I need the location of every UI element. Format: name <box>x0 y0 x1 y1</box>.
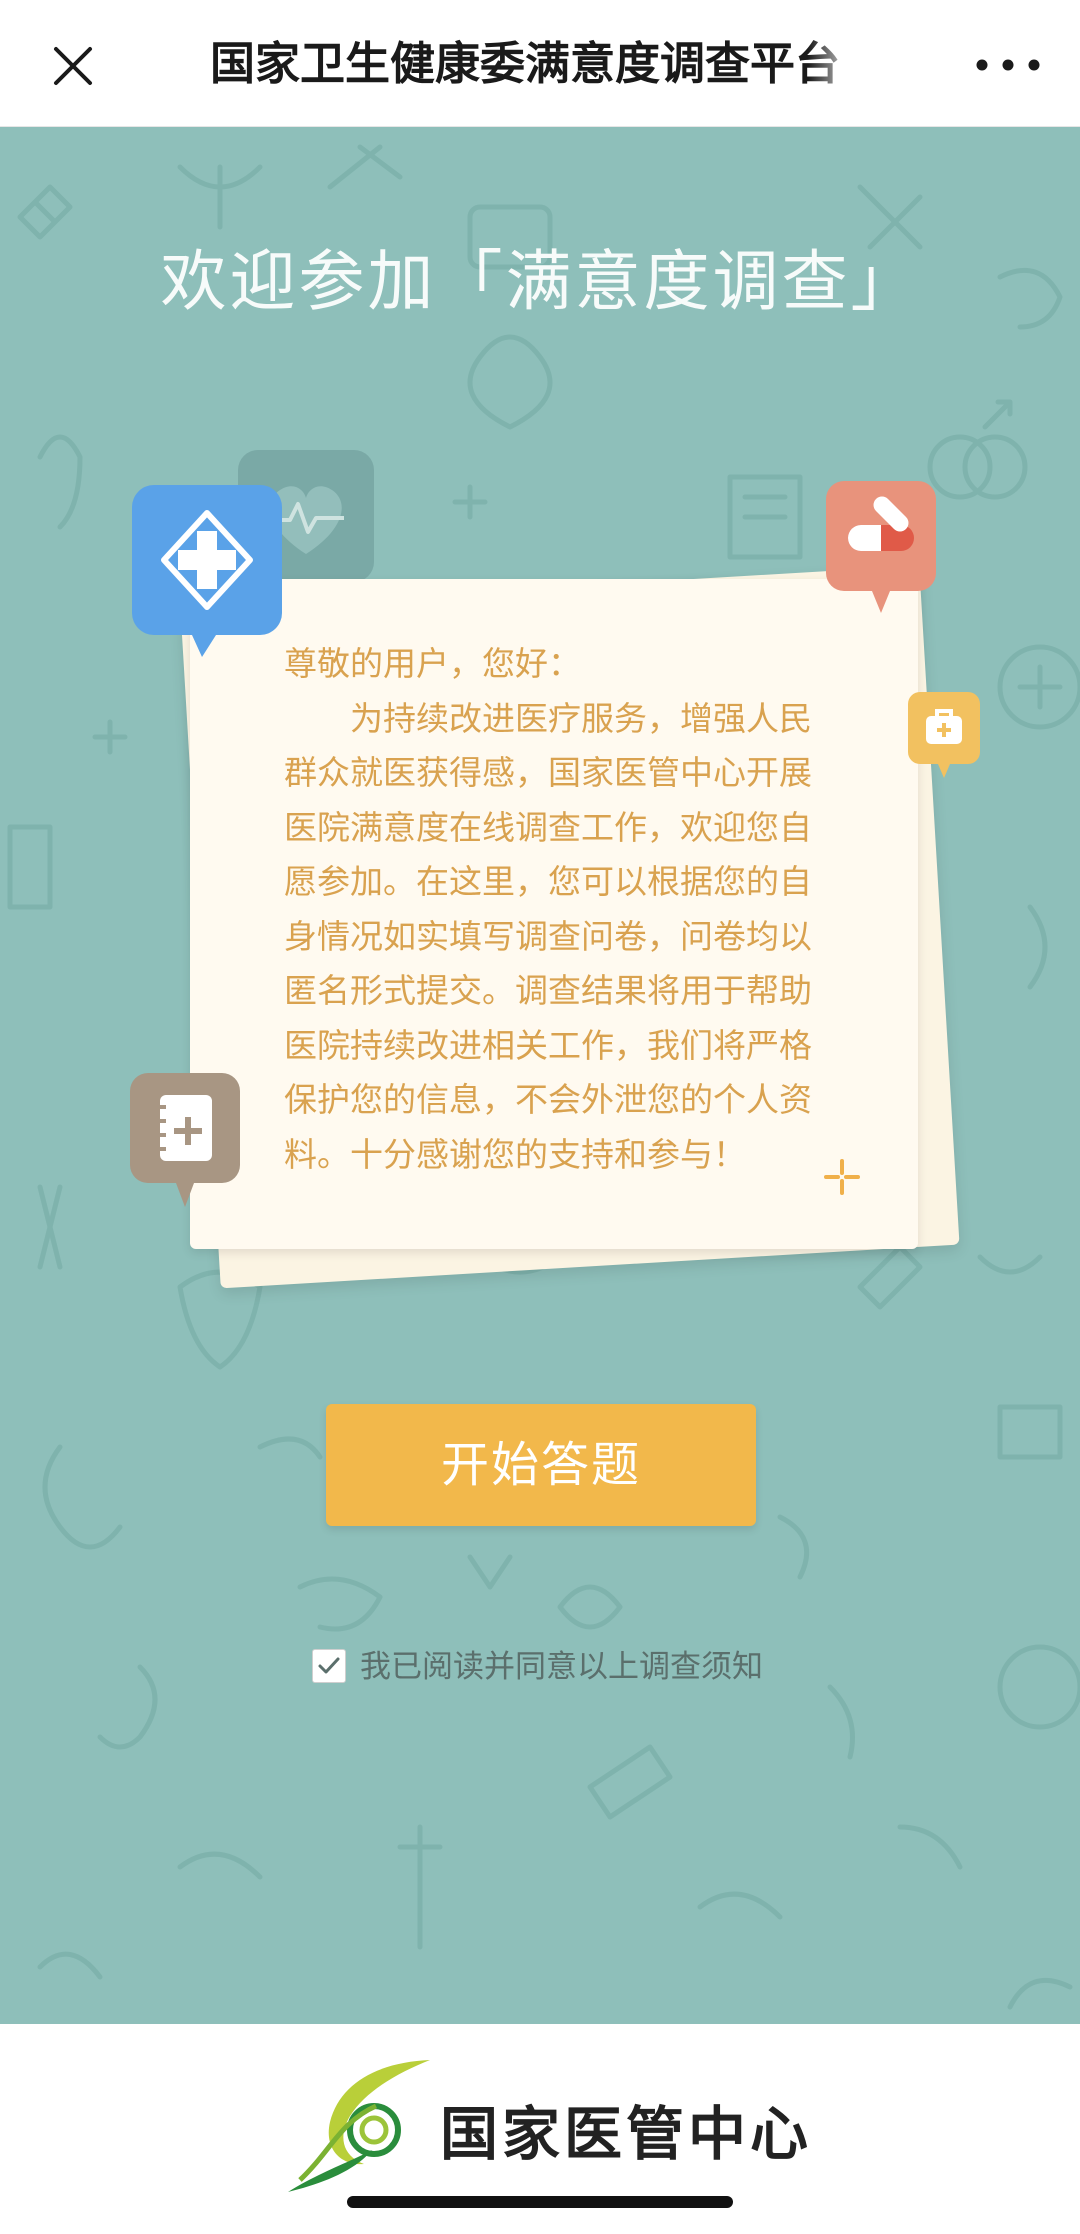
agreement-label: 我已阅读并同意以上调查须知 <box>360 1649 763 1685</box>
top-bar: 国家卫生健康委满意度调查平台 <box>0 0 1080 127</box>
pill-icon <box>826 481 936 613</box>
checkmark-icon <box>318 1657 340 1674</box>
more-dots-icon <box>976 59 1040 71</box>
leaf-swirl-logo-icon <box>288 2060 430 2192</box>
page-title: 国家卫生健康委满意度调查平台 <box>210 37 841 90</box>
more-button[interactable] <box>966 40 1050 90</box>
medical-record-icon <box>130 1073 240 1207</box>
sparkle-icon <box>824 1159 860 1195</box>
close-button[interactable] <box>40 33 106 99</box>
welcome-letter: 尊敬的用户，您好： 为持续改进医疗服务，增强人民群众就医获得感，国家医管中心开展… <box>284 637 844 1182</box>
agreement-checkbox[interactable] <box>312 1649 346 1683</box>
letter-body: 为持续改进医疗服务，增强人民群众就医获得感，国家医管中心开展医院满意度在线调查工… <box>284 698 812 1174</box>
welcome-heading: 欢迎参加「满意度调查」 <box>160 243 920 320</box>
close-icon <box>54 47 92 85</box>
survey-intro: 欢迎参加「满意度调查」 尊敬的用户，您好： 为持续改进医疗服务，增强人民群众就医… <box>0 127 1080 2024</box>
hospital-cross-icon <box>132 485 282 657</box>
footer-logo-text: 国家医管中心 <box>440 2100 813 2168</box>
medical-kit-icon <box>908 692 980 778</box>
letter-greeting: 尊敬的用户，您好： <box>284 644 581 683</box>
start-survey-button[interactable]: 开始答题 <box>326 1404 756 1526</box>
home-indicator[interactable] <box>347 2196 733 2208</box>
